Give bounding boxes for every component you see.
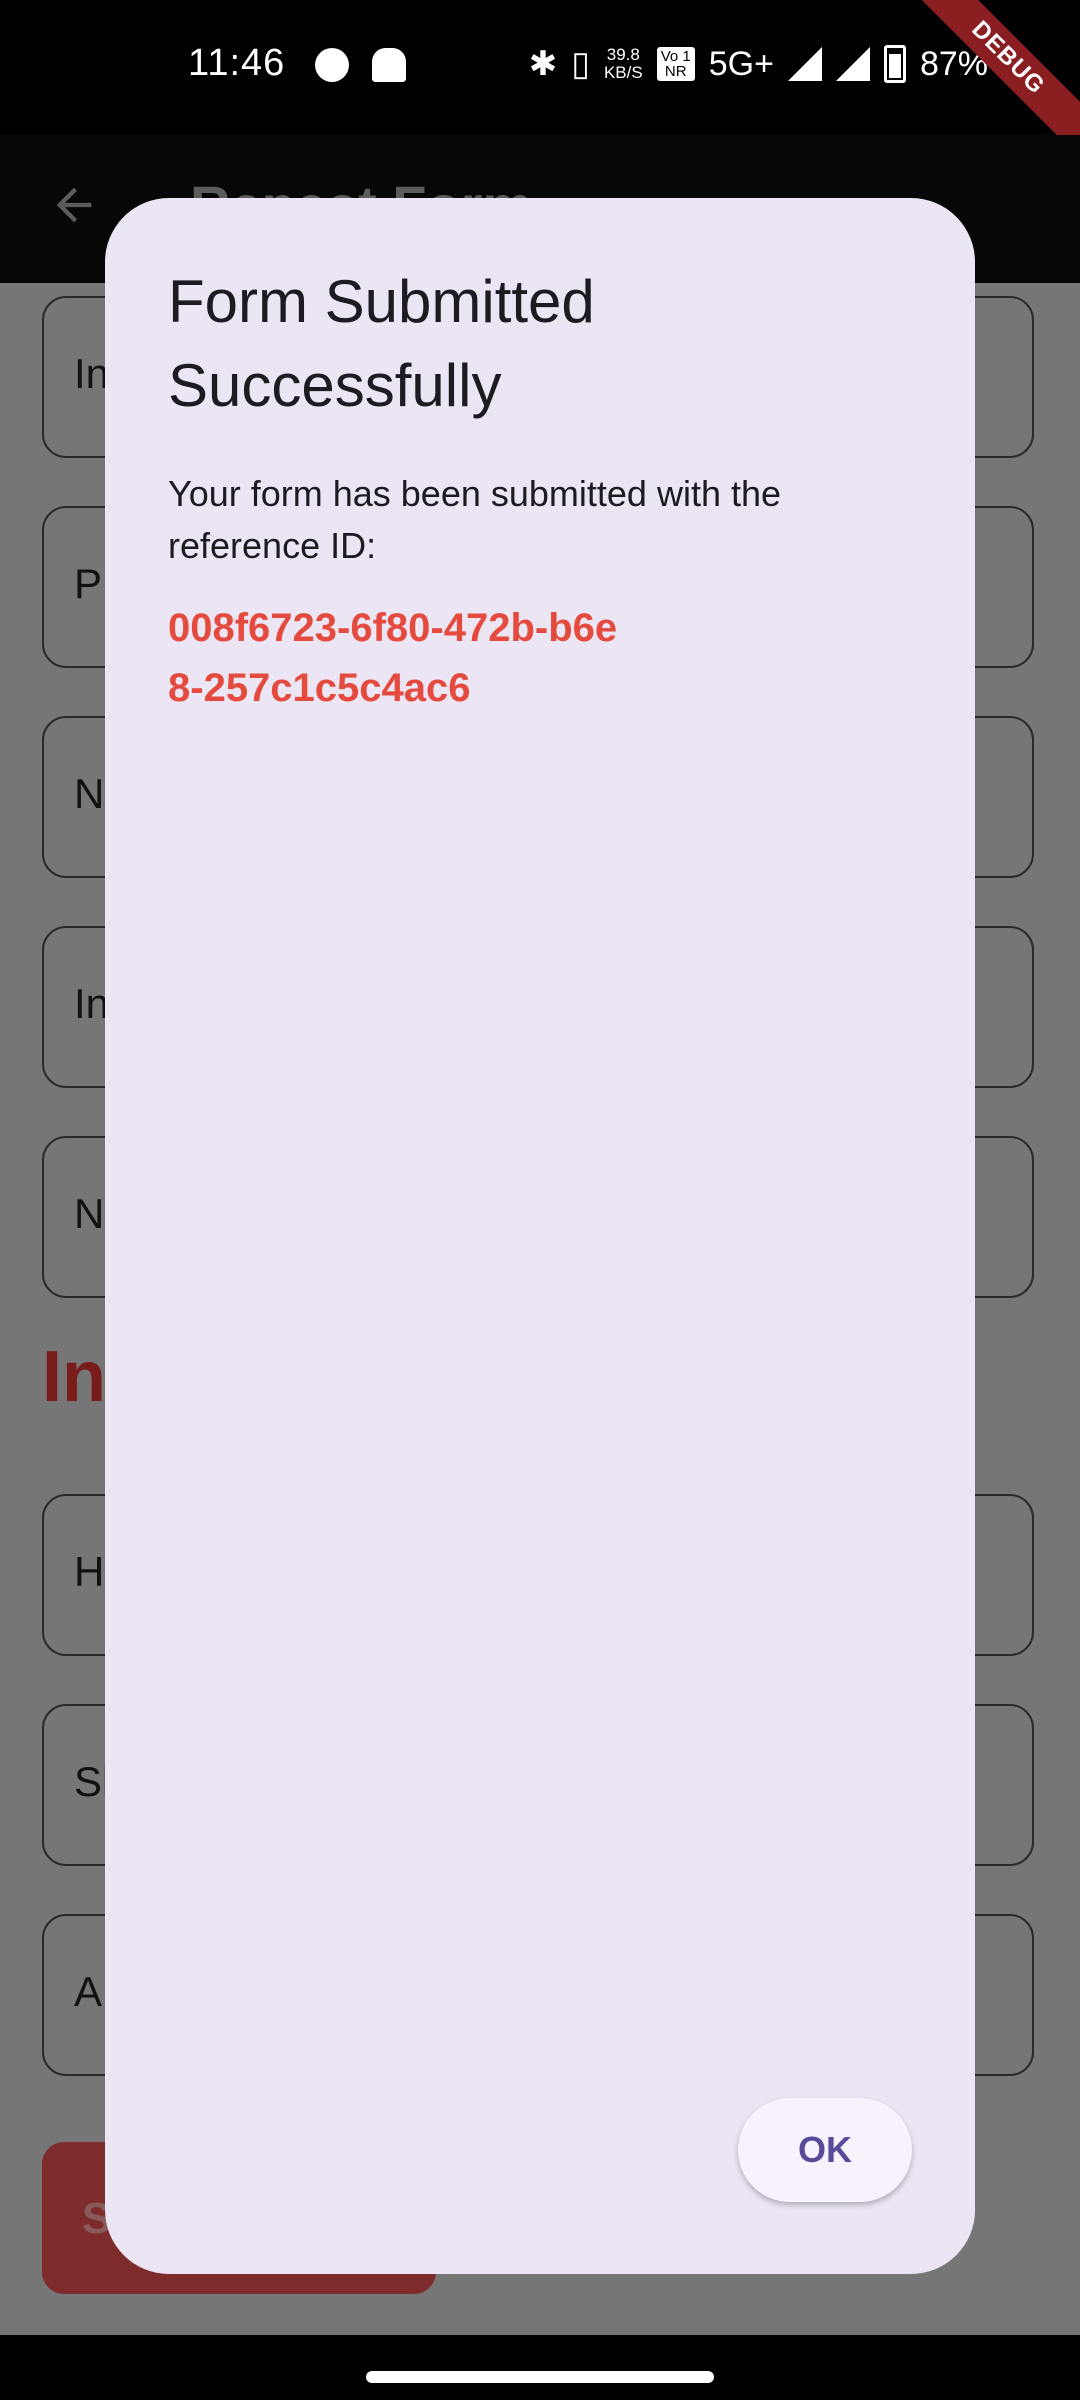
home-gesture-handle[interactable] xyxy=(366,2371,714,2383)
network-speed-value: 39.8 xyxy=(606,45,640,64)
vibrate-icon: ▯ xyxy=(571,45,590,83)
form-field-label: N xyxy=(74,1190,105,1237)
battery-icon xyxy=(883,45,906,83)
notification-figure-icon xyxy=(372,48,406,82)
ok-button[interactable]: OK xyxy=(738,2098,912,2202)
form-field-label: N xyxy=(74,770,105,817)
form-field-label: In xyxy=(74,980,110,1027)
reference-id: 008f6723-6f80-472b-b6e8-257c1c5c4ac6 xyxy=(168,606,618,710)
form-field-label: In xyxy=(74,350,110,397)
back-arrow-icon[interactable] xyxy=(48,179,100,231)
status-indicators: ✱ ▯ 39.8 KB/S Vo 1 NR 5G+ 87% xyxy=(529,44,988,84)
form-field-label: H xyxy=(74,1548,105,1595)
bluetooth-icon: ✱ xyxy=(528,45,558,83)
navigation-bar xyxy=(0,2335,1080,2400)
volte-icon: Vo 1 NR xyxy=(656,47,695,81)
network-speed: 39.8 KB/S xyxy=(604,46,643,82)
section-heading: In xyxy=(42,1337,106,1417)
signal-strength-icon xyxy=(787,47,822,81)
volte-bottom: NR xyxy=(664,63,687,80)
network-type: 5G+ xyxy=(708,44,774,83)
network-speed-unit: KB/S xyxy=(603,63,643,82)
dialog-message: Your form has been submitted with the re… xyxy=(168,473,782,566)
status-bar: 11:46 ✱ ▯ 39.8 KB/S Vo 1 NR 5G+ 87% DEBU… xyxy=(0,0,1080,165)
status-time: 11:46 xyxy=(188,42,286,84)
success-dialog: Form Submitted Successfully Your form ha… xyxy=(105,198,975,2274)
form-field-label: P xyxy=(74,560,103,607)
form-field-label: A xyxy=(74,1968,103,2015)
dialog-title: Form Submitted Successfully xyxy=(168,268,595,419)
signal-strength-2-icon xyxy=(835,47,870,81)
notification-app-icon xyxy=(315,48,349,82)
